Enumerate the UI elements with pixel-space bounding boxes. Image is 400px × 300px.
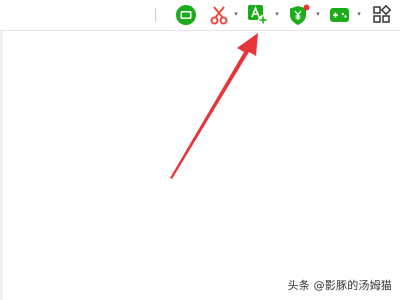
watermark: 头条 @影豚的汤姆猫: [287, 279, 392, 292]
screenshot-dropdown-caret[interactable]: ▾: [231, 9, 241, 19]
toolbar-separator: [155, 8, 156, 22]
annotation-arrow: [170, 33, 258, 179]
scissors-icon: [207, 4, 231, 26]
page-edge: [0, 31, 3, 300]
translate-dropdown-caret[interactable]: ▾: [272, 9, 282, 19]
security-dropdown-caret[interactable]: ▾: [313, 9, 323, 19]
screen-recorder-button[interactable]: [174, 4, 198, 26]
games-button[interactable]: [328, 4, 352, 26]
security-button[interactable]: [287, 4, 311, 26]
browser-toolbar: ▾ ▾ ▾ ▾: [0, 0, 400, 31]
translate-button[interactable]: [246, 4, 270, 26]
apps-button[interactable]: [370, 4, 394, 26]
apps-grid-icon: [370, 4, 394, 26]
screen-recorder-icon: [174, 4, 198, 26]
screenshot-button[interactable]: [207, 4, 231, 26]
gamepad-icon: [328, 4, 352, 26]
translate-icon: [246, 4, 270, 26]
games-dropdown-caret[interactable]: ▾: [354, 9, 364, 19]
security-shield-icon: [287, 4, 311, 26]
